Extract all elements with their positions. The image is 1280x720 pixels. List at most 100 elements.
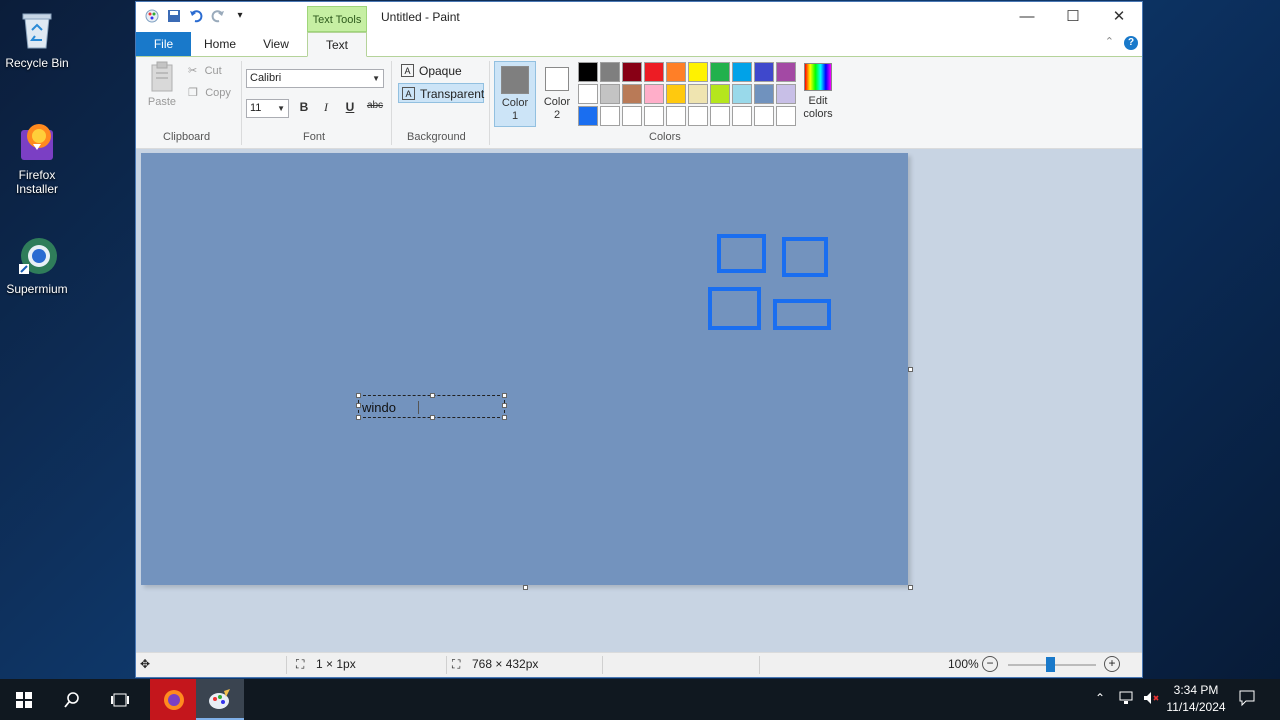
resize-handle[interactable] xyxy=(430,393,435,398)
resize-handle[interactable] xyxy=(502,415,507,420)
search-button[interactable] xyxy=(48,679,96,720)
redo-icon[interactable] xyxy=(210,8,226,24)
palette-swatch[interactable] xyxy=(600,84,620,104)
image-size-icon: ⛶ xyxy=(452,657,461,671)
palette-swatch[interactable] xyxy=(754,84,774,104)
palette-swatch[interactable] xyxy=(732,106,752,126)
palette-swatch[interactable] xyxy=(710,106,730,126)
title-bar: ▾ Text Tools Untitled - Paint — ☐ ✕ xyxy=(136,2,1142,32)
action-center-icon[interactable] xyxy=(1238,689,1256,710)
palette-swatch[interactable] xyxy=(644,84,664,104)
opaque-option[interactable]: A Opaque xyxy=(398,61,462,81)
palette-swatch[interactable] xyxy=(666,84,686,104)
canvas-resize-handle-right[interactable] xyxy=(908,367,913,372)
resize-handle[interactable] xyxy=(502,393,507,398)
canvas-resize-handle-corner[interactable] xyxy=(908,585,913,590)
palette-swatch[interactable] xyxy=(578,62,598,82)
palette-swatch[interactable] xyxy=(754,106,774,126)
palette-swatch[interactable] xyxy=(644,106,664,126)
edit-colors-button[interactable]: Edit colors xyxy=(800,61,836,121)
palette-swatch[interactable] xyxy=(644,62,664,82)
palette-swatch[interactable] xyxy=(622,62,642,82)
resize-handle[interactable] xyxy=(356,393,361,398)
show-hidden-icons[interactable]: ⌃ xyxy=(1095,691,1105,705)
close-button[interactable]: ✕ xyxy=(1096,2,1142,32)
text-tools-contextual-tab: Text Tools xyxy=(307,6,367,32)
palette-swatch[interactable] xyxy=(688,84,708,104)
search-icon xyxy=(64,691,79,708)
status-bar: ✥ ⛶ 1 × 1px ⛶ 768 × 432px 100% − + xyxy=(136,652,1142,677)
clock-time[interactable]: 3:34 PM xyxy=(1172,683,1220,697)
palette-swatch[interactable] xyxy=(622,106,642,126)
collapse-ribbon-icon[interactable]: ⌃ xyxy=(1105,35,1114,48)
font-family-dropdown[interactable]: Calibri ▼ xyxy=(246,69,384,88)
taskbar-firefox[interactable] xyxy=(150,679,198,720)
canvas-resize-handle-bottom[interactable] xyxy=(523,585,528,590)
underline-button[interactable]: U xyxy=(341,100,359,114)
resize-handle[interactable] xyxy=(430,415,435,420)
palette-swatch[interactable] xyxy=(710,62,730,82)
customize-qat-icon[interactable]: ▾ xyxy=(232,8,248,24)
tab-view[interactable]: View xyxy=(248,32,304,56)
zoom-slider-thumb[interactable] xyxy=(1046,657,1055,672)
tab-home[interactable]: Home xyxy=(194,32,246,56)
minimize-button[interactable]: — xyxy=(1004,2,1050,32)
bold-button[interactable]: B xyxy=(295,100,313,114)
resize-handle[interactable] xyxy=(356,415,361,420)
selection-size-icon: ⛶ xyxy=(296,657,305,671)
palette-swatch[interactable] xyxy=(688,106,708,126)
help-icon[interactable]: ? xyxy=(1124,36,1138,50)
maximize-button[interactable]: ☐ xyxy=(1050,2,1096,32)
transparent-option[interactable]: A Transparent xyxy=(398,83,484,103)
undo-icon[interactable] xyxy=(188,8,204,24)
strikethrough-button[interactable]: abc xyxy=(365,100,385,111)
volume-muted-icon[interactable] xyxy=(1142,690,1160,709)
tab-file[interactable]: File xyxy=(136,32,191,56)
paint-app-icon[interactable] xyxy=(144,8,160,24)
palette-swatch[interactable] xyxy=(776,106,796,126)
window-title: Untitled - Paint xyxy=(381,10,460,24)
paste-button[interactable]: Paste xyxy=(144,61,180,113)
palette-swatch[interactable] xyxy=(776,84,796,104)
palette-swatch[interactable] xyxy=(710,84,730,104)
palette-swatch[interactable] xyxy=(688,62,708,82)
task-view-button[interactable] xyxy=(96,679,144,720)
resize-handle[interactable] xyxy=(356,403,361,408)
desktop-icon-firefox-installer[interactable]: Firefox Installer xyxy=(0,120,74,196)
drawing-canvas[interactable] xyxy=(141,153,908,585)
palette-swatch[interactable] xyxy=(732,84,752,104)
desktop-icon-label: Supermium xyxy=(6,282,68,296)
palette-swatch[interactable] xyxy=(666,106,686,126)
palette-swatch[interactable] xyxy=(622,84,642,104)
tab-text[interactable]: Text xyxy=(307,32,367,57)
zoom-out-button[interactable]: − xyxy=(982,656,998,672)
palette-swatch[interactable] xyxy=(600,106,620,126)
copy-button[interactable]: ❐ Copy xyxy=(188,85,231,103)
cut-button[interactable]: ✂ Cut xyxy=(188,63,222,81)
taskbar: ⌃ 3:34 PM 11/14/2024 xyxy=(0,679,1280,720)
color2-button[interactable]: Color 2 xyxy=(536,61,578,127)
palette-swatch[interactable] xyxy=(600,62,620,82)
transparent-label: Transparent xyxy=(420,87,485,101)
clock-date[interactable]: 11/14/2024 xyxy=(1164,700,1228,714)
font-size-dropdown[interactable]: 11 ▼ xyxy=(246,99,289,118)
status-separator xyxy=(286,656,287,674)
palette-swatch[interactable] xyxy=(578,84,598,104)
palette-swatch[interactable] xyxy=(776,62,796,82)
color-palette xyxy=(578,62,796,126)
resize-handle[interactable] xyxy=(502,403,507,408)
desktop-icon-recycle-bin[interactable]: Recycle Bin xyxy=(0,8,74,70)
palette-swatch[interactable] xyxy=(754,62,774,82)
save-icon[interactable] xyxy=(166,8,182,24)
zoom-in-button[interactable]: + xyxy=(1104,656,1120,672)
palette-swatch[interactable] xyxy=(578,106,598,126)
network-icon[interactable] xyxy=(1118,690,1136,709)
color1-button[interactable]: Color 1 xyxy=(494,61,536,127)
start-button[interactable] xyxy=(0,679,48,720)
text-cursor-icon xyxy=(418,401,419,414)
taskbar-paint[interactable] xyxy=(196,679,244,720)
italic-button[interactable]: I xyxy=(317,100,335,115)
palette-swatch[interactable] xyxy=(666,62,686,82)
desktop-icon-supermium[interactable]: Supermium xyxy=(0,234,74,296)
palette-swatch[interactable] xyxy=(732,62,752,82)
